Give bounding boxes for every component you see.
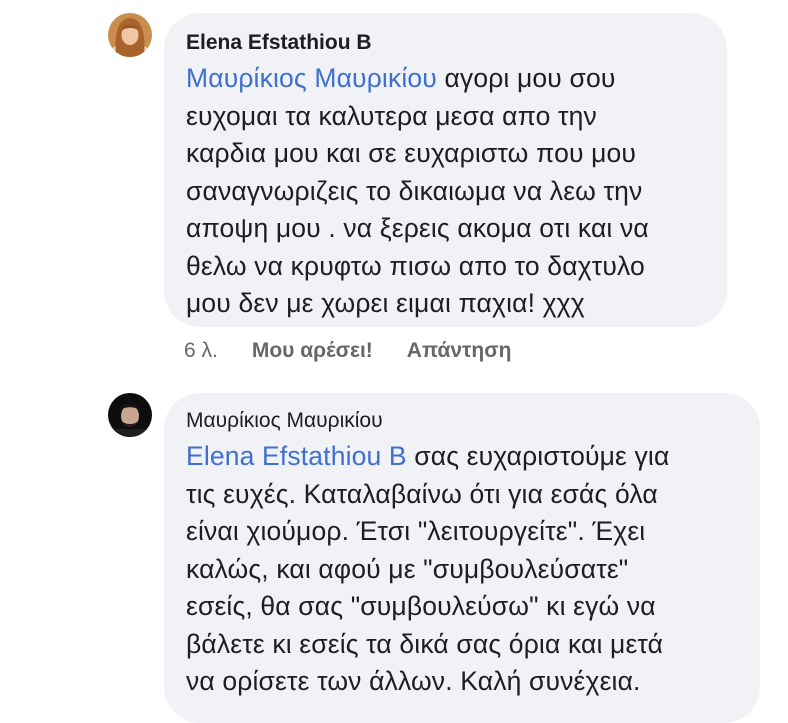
comment-bubble-2: Μαυρίκιος Μαυρικίου Elena Efstathiou B σ… xyxy=(164,393,760,723)
comment-text: Elena Efstathiou B σας ευχαριστούμε για … xyxy=(186,441,670,696)
comment-bubble-1: Elena Efstathiou B Μαυρίκιος Μαυρικίου α… xyxy=(164,13,727,327)
avatar-mavrikios[interactable] xyxy=(108,393,152,437)
comment-text: Μαυρίκιος Μαυρικίου αγορι μου σου ευχομα… xyxy=(186,63,649,318)
mention-link[interactable]: Elena Efstathiou B xyxy=(186,441,407,471)
like-button[interactable]: Μου αρέσει! xyxy=(252,339,373,363)
comment-actions: 6 λ. Μου αρέσει! Απάντηση xyxy=(184,339,511,363)
mention-link[interactable]: Μαυρίκιος Μαυρικίου xyxy=(186,63,437,93)
comment-author[interactable]: Μαυρίκιος Μαυρικίου xyxy=(186,408,738,434)
comment-author[interactable]: Elena Efstathiou B xyxy=(186,30,705,56)
reply-button[interactable]: Απάντηση xyxy=(407,339,512,363)
avatar-elena[interactable] xyxy=(108,13,152,57)
comment-timestamp[interactable]: 6 λ. xyxy=(184,339,218,363)
